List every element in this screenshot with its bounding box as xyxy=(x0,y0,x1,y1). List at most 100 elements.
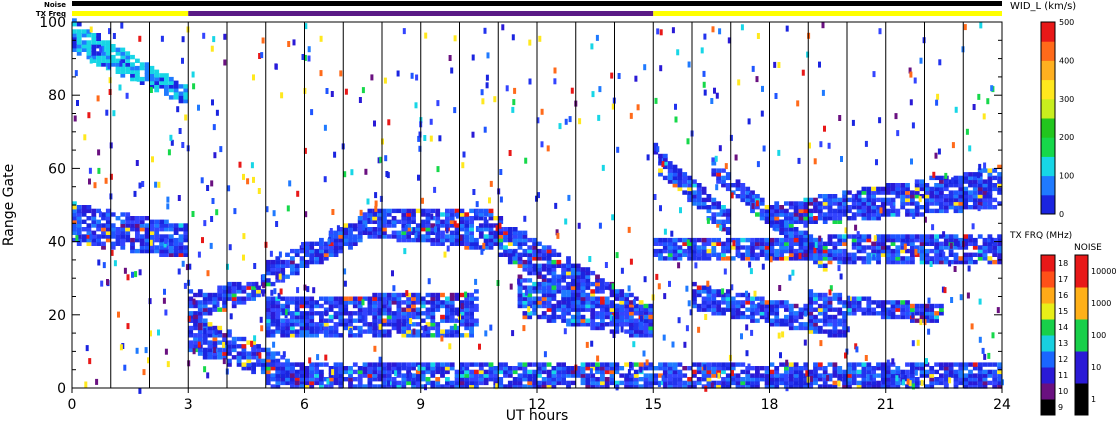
echo-cell xyxy=(202,318,208,323)
echo-cell xyxy=(591,91,595,98)
echo-cell xyxy=(423,135,427,141)
txfreq-scale-swatch xyxy=(1041,271,1055,288)
echo-cell xyxy=(258,352,262,359)
echo-cell xyxy=(285,252,290,257)
echo-cell xyxy=(505,85,509,92)
echo-cell xyxy=(788,237,794,243)
echo-cell xyxy=(714,155,718,162)
echo-cell xyxy=(440,230,445,235)
echo-cell xyxy=(740,237,746,243)
echo-cell xyxy=(667,161,673,166)
echo-cell xyxy=(401,307,407,312)
echo-cell xyxy=(484,216,487,223)
echo-cell xyxy=(396,292,402,298)
echo-cell xyxy=(532,369,537,375)
echo-cell xyxy=(934,208,939,214)
echo-cell xyxy=(541,362,547,367)
echo-cell xyxy=(972,373,978,378)
echo-cell xyxy=(299,362,305,367)
echo-cell xyxy=(227,358,232,364)
echo-cell xyxy=(910,190,915,195)
echo-cell xyxy=(942,231,946,238)
echo-cell xyxy=(73,115,77,122)
echo-cell xyxy=(207,307,213,312)
echo-cell xyxy=(798,322,804,327)
echo-cell xyxy=(687,377,692,382)
echo-cell xyxy=(251,362,256,367)
echo-cell xyxy=(343,318,349,323)
echo-cell xyxy=(401,300,407,305)
echo-cell xyxy=(168,95,174,100)
echo-cell xyxy=(415,223,421,228)
echo-cell xyxy=(934,369,939,375)
echo-cell xyxy=(914,234,920,239)
echo-cell xyxy=(119,60,123,67)
echo-cell xyxy=(219,146,223,153)
echo-cell xyxy=(842,248,847,254)
echo-cell xyxy=(388,300,392,307)
echo-cell xyxy=(212,36,216,43)
echo-cell xyxy=(629,112,633,119)
echo-cell xyxy=(979,22,983,29)
echo-cell xyxy=(181,36,185,43)
echo-cell xyxy=(136,75,140,82)
echo-cell xyxy=(624,311,629,316)
echo-cell xyxy=(861,296,867,301)
echo-cell xyxy=(331,209,335,215)
echo-cell xyxy=(328,325,334,331)
echo-cell xyxy=(193,314,198,320)
echo-cell xyxy=(871,300,876,305)
echo-cell xyxy=(396,208,402,214)
echo-cell xyxy=(120,219,126,224)
echo-cell xyxy=(532,296,537,301)
x-tick-label: 15 xyxy=(644,397,662,413)
echo-cell xyxy=(927,297,931,304)
echo-cell xyxy=(674,103,677,110)
echo-cell xyxy=(778,285,782,291)
echo-cell xyxy=(756,33,760,39)
width-scale-swatch xyxy=(1041,137,1055,157)
echo-cell xyxy=(905,234,910,239)
echo-cell xyxy=(643,373,649,378)
echo-cell xyxy=(590,296,596,301)
echo-cell xyxy=(570,87,574,94)
echo-cell xyxy=(343,377,349,382)
echo-cell xyxy=(610,72,614,79)
echo-cell xyxy=(658,157,662,163)
echo-cell xyxy=(696,362,702,367)
txfreq-scale-tick: 11 xyxy=(1058,371,1068,380)
echo-cell xyxy=(822,263,828,268)
echo-cell xyxy=(798,237,804,243)
echo-cell xyxy=(401,362,407,367)
echo-cell xyxy=(832,292,838,298)
echo-cell xyxy=(781,331,785,338)
echo-cell xyxy=(373,345,377,352)
echo-cell xyxy=(222,285,227,290)
echo-cell xyxy=(627,285,631,292)
echo-cell xyxy=(740,183,746,188)
echo-cell xyxy=(348,366,353,371)
echo-cell xyxy=(238,161,242,168)
echo-cell xyxy=(144,347,148,354)
echo-cell xyxy=(537,296,542,301)
echo-cell xyxy=(735,179,741,184)
echo-cell xyxy=(308,357,312,364)
echo-cell xyxy=(430,292,436,298)
echo-cell xyxy=(911,340,915,347)
echo-cell xyxy=(725,289,731,294)
echo-cell xyxy=(207,292,213,298)
echo-cell xyxy=(958,175,964,181)
echo-cell xyxy=(357,325,363,331)
echo-cell xyxy=(181,142,185,148)
echo-cell xyxy=(558,123,562,130)
echo-cell xyxy=(524,157,528,164)
echo-cell xyxy=(889,201,893,208)
echo-cell xyxy=(740,24,744,31)
echo-cell xyxy=(764,311,768,318)
echo-cell xyxy=(366,198,370,205)
echo-cell xyxy=(197,289,203,294)
echo-cell xyxy=(740,252,746,257)
echo-cell xyxy=(638,322,644,327)
echo-cell xyxy=(372,227,378,232)
echo-cell xyxy=(474,303,479,309)
